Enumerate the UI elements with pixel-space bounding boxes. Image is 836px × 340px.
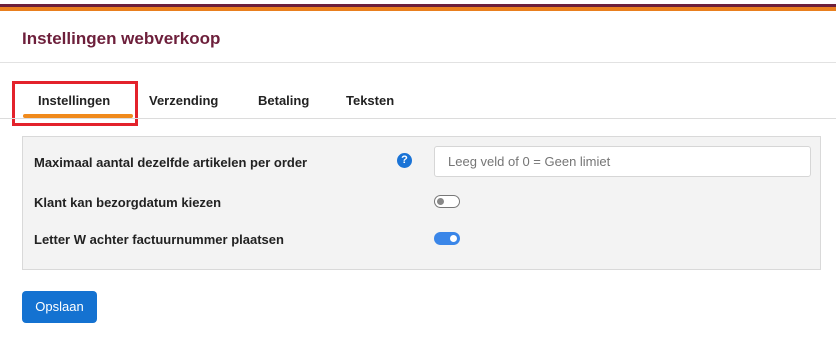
toggle-knob bbox=[437, 198, 444, 205]
tab-verzending[interactable]: Verzending bbox=[149, 93, 218, 108]
page-title: Instellingen webverkoop bbox=[22, 29, 221, 48]
tab-divider bbox=[0, 118, 836, 119]
divider bbox=[0, 62, 836, 63]
toggle-knob bbox=[450, 235, 457, 242]
tab-instellingen[interactable]: Instellingen bbox=[38, 93, 110, 108]
save-button[interactable]: Opslaan bbox=[22, 291, 97, 323]
tab-teksten[interactable]: Teksten bbox=[346, 93, 394, 108]
delivery-date-toggle[interactable] bbox=[434, 195, 460, 208]
brand-stripe bbox=[0, 0, 836, 13]
letter-w-toggle[interactable] bbox=[434, 232, 460, 245]
tab-betaling[interactable]: Betaling bbox=[258, 93, 309, 108]
delivery-date-label: Klant kan bezorgdatum kiezen bbox=[34, 195, 222, 210]
letter-w-label: Letter W achter factuurnummer plaatsen bbox=[34, 232, 284, 247]
max-articles-input[interactable] bbox=[434, 146, 811, 177]
help-icon[interactable]: ? bbox=[397, 153, 412, 168]
max-articles-label: Maximaal aantal dezelfde artikelen per o… bbox=[34, 155, 308, 170]
